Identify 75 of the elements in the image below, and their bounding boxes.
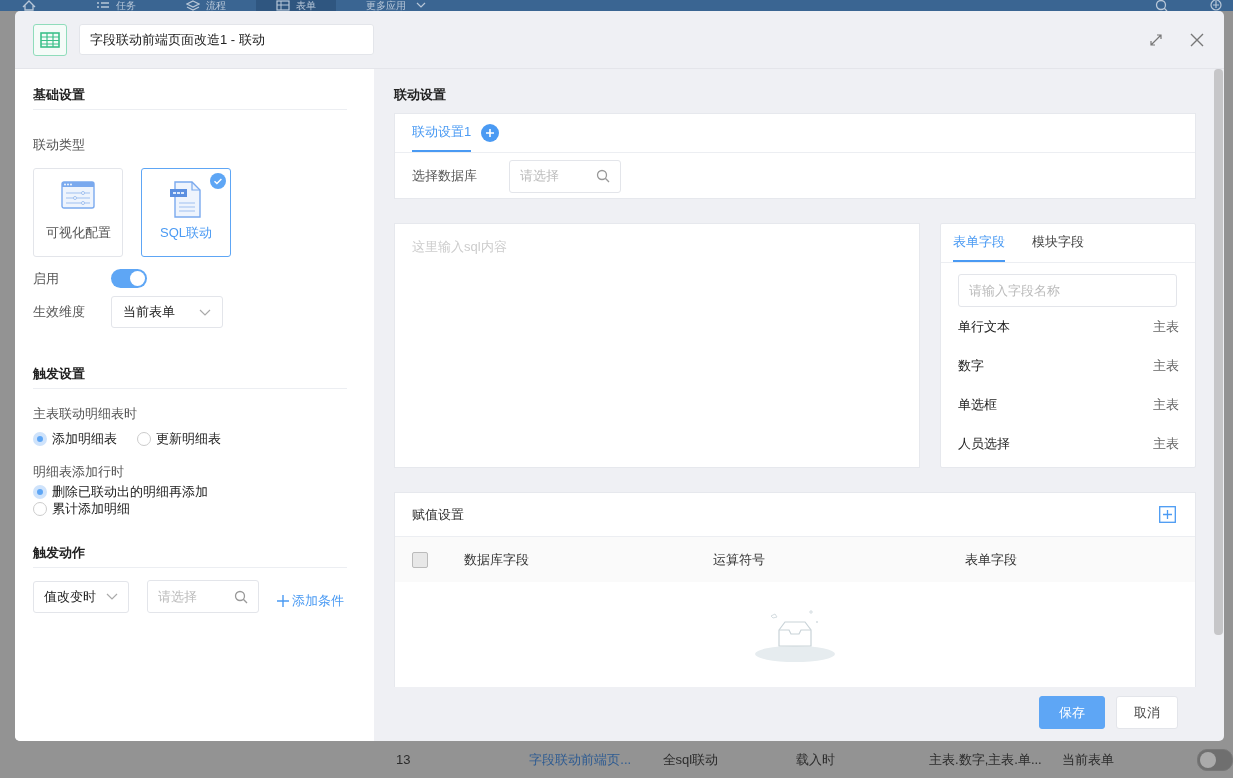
field-label: 明细表添加行时 [33,463,125,481]
toggle-switch[interactable] [1196,748,1233,771]
chevron-down-icon [106,593,118,600]
toggle-switch[interactable] [111,269,147,288]
save-button[interactable]: 保存 [1039,696,1105,729]
field-source: 主表 [1153,434,1179,453]
scope-select[interactable]: 当前表单 [111,296,223,328]
field-name[interactable]: 人员选择 [958,434,1010,453]
radio-label: 更新明细表 [156,429,221,448]
plus-icon [276,593,290,608]
expand-icon[interactable] [1149,32,1163,47]
section-heading: 基础设置 [33,86,347,110]
card-title: 赋值设置 [412,505,464,524]
search-icon[interactable] [1155,0,1169,11]
search-icon [234,589,248,604]
list-icon [96,0,110,11]
nav-item[interactable]: 任务 [76,0,156,11]
section-heading: 触发设置 [33,365,347,389]
table-cell-text: 主表.数字,主表.单... [929,750,1043,769]
radio-button[interactable] [33,431,47,446]
add-tab-icon[interactable] [481,124,500,142]
table-icon [33,23,67,56]
field-name[interactable]: 单选框 [958,395,997,414]
layers-icon [186,0,200,11]
radio-label: 删除已联动出的明细再添加 [52,482,208,501]
field-label: 联动类型 [33,136,86,154]
field-source: 主表 [1153,356,1179,375]
field-source: 主表 [1153,317,1179,336]
table-icon [276,0,290,11]
add-row-icon[interactable] [1159,506,1176,523]
nav-item[interactable]: 更多应用 [346,0,446,11]
nav-item[interactable]: 表单 [256,0,336,11]
table-cell-text: 载入时 [795,750,836,769]
checkbox[interactable] [412,551,428,568]
title-field[interactable]: 字段联动前端页面改造1 - 联动 [79,24,374,55]
close-icon[interactable] [1190,32,1204,47]
section-heading: 触发动作 [33,544,347,568]
home-icon[interactable] [22,0,36,11]
empty-box-icon [755,608,835,664]
field-name[interactable]: 数字 [958,356,984,375]
field-label: 生效维度 [33,303,86,321]
scrollbar-thumb[interactable] [1214,69,1223,635]
event-select[interactable]: 值改变时 [33,580,129,613]
field-name[interactable]: 单行文本 [958,317,1010,336]
add-condition-link[interactable]: 添加条件 [276,591,344,610]
table-cell-text: 13 [396,752,412,767]
table-cell-text: 全sql联动 [662,750,720,769]
nav-item[interactable]: 流程 [166,0,246,11]
column-header: 运算符号 [713,550,766,569]
radio-label: 累计添加明细 [52,499,130,518]
section-heading: 联动设置 [394,86,447,104]
chevron-down-icon [416,2,426,9]
field-source: 主表 [1153,395,1179,414]
field-label: 启用 [33,269,60,288]
type-card[interactable]: 可视化配置 [33,168,123,257]
search-field[interactable]: 请输入字段名称 [958,274,1177,307]
radio-label: 添加明细表 [52,429,117,448]
tab[interactable]: 联动设置1 [412,114,472,152]
radio-button[interactable] [137,431,151,446]
table-cell-text: 当前表单 [1062,750,1116,769]
radio-button[interactable] [33,501,47,516]
type-card[interactable]: SQL联动 [141,168,231,257]
field-label: 选择数据库 [412,167,478,185]
tab[interactable]: 表单字段 [953,224,1005,262]
radio-button[interactable] [33,484,47,499]
cancel-button[interactable]: 取消 [1116,696,1178,729]
search-icon [596,169,610,183]
column-header: 数据库字段 [464,550,530,569]
column-header: 表单字段 [965,550,1018,569]
add-icon[interactable] [1209,0,1223,11]
field-label: 主表联动明细表时 [33,405,138,423]
check-badge-icon [210,173,226,189]
tab[interactable]: 模块字段 [1032,224,1084,262]
sql-file-icon [169,181,203,218]
chevron-down-icon [199,308,211,316]
